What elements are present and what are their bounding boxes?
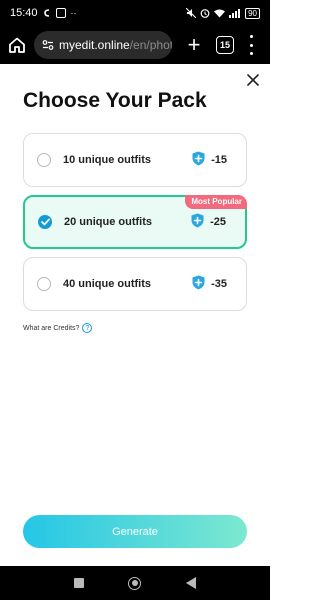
credits-link-label: What are Credits? [23,324,80,332]
checkmark-icon [40,218,50,226]
most-popular-badge: Most Popular [185,195,247,209]
dialog-title: Choose Your Pack [23,89,207,112]
pack-option-20[interactable]: Most Popular 20 unique outfits -25 [23,195,247,249]
home-icon[interactable] [6,34,28,56]
credit-shield-icon [192,151,205,169]
pack-option-10[interactable]: 10 unique outfits -15 [23,133,247,187]
pack-label: 40 unique outfits [63,278,151,290]
more-menu-icon[interactable] [248,35,254,55]
notification-icon [55,8,66,18]
system-nav-bar [0,566,270,600]
pack-label: 20 unique outfits [64,216,152,228]
status-bar: 15:40 ·· 90 [0,0,270,26]
site-settings-icon[interactable] [42,39,54,51]
url-host: myedit.online [59,38,130,52]
status-time: 15:40 [10,7,38,19]
tab-switcher-button[interactable]: 15 [216,36,234,54]
credit-cost: -15 [192,151,227,169]
wifi-icon [214,9,226,18]
more-notifications-icon: ·· [70,8,77,18]
radio-button[interactable] [37,277,51,291]
credit-amount: -25 [210,216,226,228]
credit-amount: -15 [211,154,227,166]
signal-icon [43,8,51,18]
new-tab-icon[interactable]: + [184,34,204,56]
generate-button[interactable]: Generate [23,515,247,548]
what-are-credits-link[interactable]: What are Credits? ? [23,323,93,333]
recents-icon[interactable] [74,578,85,588]
url-path: /en/phot [129,38,172,52]
browser-toolbar: myedit.online/en/phot + 15 [0,26,270,64]
alarm-icon [200,8,210,18]
battery-icon: 90 [245,7,260,19]
home-nav-icon[interactable] [128,576,142,590]
credit-cost: -35 [192,275,227,293]
radio-button-checked[interactable] [38,215,52,229]
close-icon[interactable] [243,70,263,90]
radio-button[interactable] [37,153,51,167]
pack-label: 10 unique outfits [63,154,151,166]
cellular-icon [229,8,241,18]
mute-icon [186,8,197,18]
credit-cost: -25 [191,213,226,231]
back-icon[interactable] [185,577,196,589]
credit-shield-icon [191,213,204,231]
credit-shield-icon [192,275,205,293]
help-icon[interactable]: ? [82,323,93,333]
address-bar[interactable]: myedit.online/en/phot [34,31,172,59]
pack-option-40[interactable]: 40 unique outfits -35 [23,257,247,311]
credit-amount: -35 [211,278,227,290]
